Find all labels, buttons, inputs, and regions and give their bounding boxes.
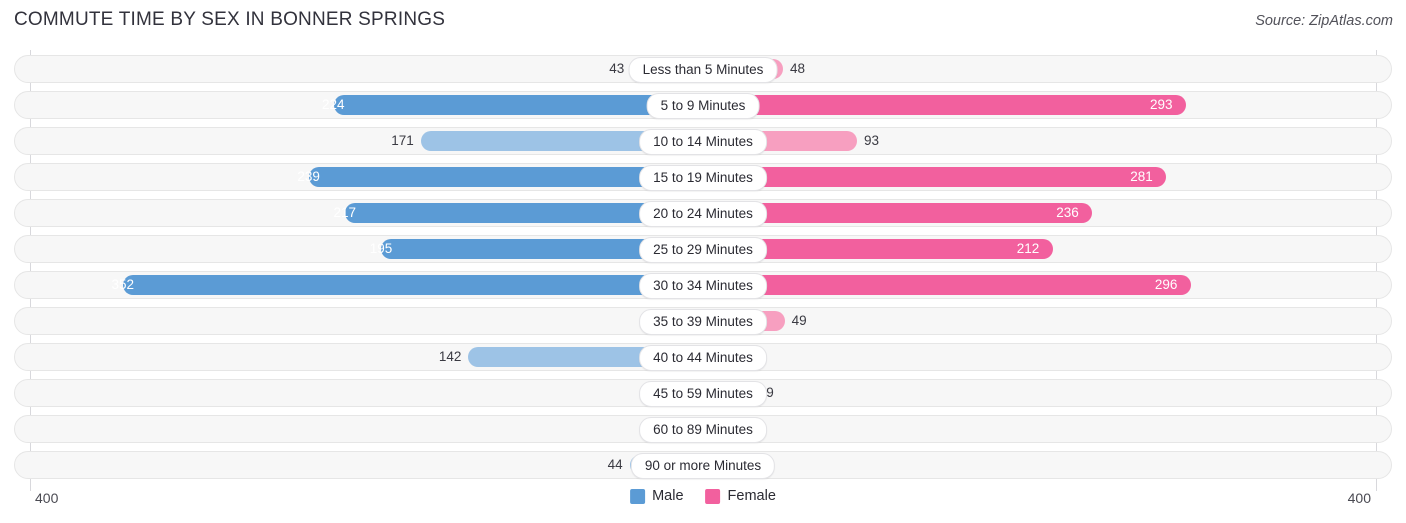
source-attribution: Source: ZipAtlas.com: [1255, 13, 1393, 29]
legend-swatch-male: [630, 488, 646, 504]
category-label: 5 to 9 Minutes: [646, 93, 760, 119]
axis-label-right: 400: [1347, 490, 1371, 506]
bar-value-female: 212: [1016, 241, 1040, 256]
bar-value-female: 296: [1154, 277, 1178, 292]
category-label: 25 to 29 Minutes: [639, 237, 767, 263]
table-row: 72945 to 59 Minutes: [14, 379, 1392, 407]
axis-label-left: 400: [35, 490, 59, 506]
bar-value-male: 43: [609, 61, 625, 76]
bar-value-male: 224: [322, 97, 345, 112]
table-row: 195 212 25 to 29 Minutes: [14, 235, 1392, 263]
category-label: Less than 5 Minutes: [628, 57, 778, 83]
bar-female: [704, 95, 1186, 115]
category-label: 60 to 89 Minutes: [639, 417, 767, 443]
bar-female: [704, 167, 1167, 187]
bar-value-female: 236: [1056, 205, 1079, 220]
bar-value-female: 49: [791, 313, 807, 328]
page-title: COMMUTE TIME BY SEX IN BONNER SPRINGS: [14, 9, 446, 30]
table-row: 81660 to 89 Minutes: [14, 415, 1392, 443]
legend: Male Female: [630, 488, 776, 504]
table-row: 171 93 10 to 14 Minutes: [14, 127, 1392, 155]
table-row: 134935 to 39 Minutes: [14, 307, 1392, 335]
legend-item-female[interactable]: Female: [705, 488, 776, 504]
table-row: 352 296 30 to 34 Minutes: [14, 271, 1392, 299]
bar-female: [704, 275, 1191, 295]
category-label: 45 to 59 Minutes: [639, 381, 767, 407]
table-row: 442990 or more Minutes: [14, 451, 1392, 479]
category-label: 10 to 14 Minutes: [639, 129, 767, 155]
plot-area: 43 48 Less than 5 Minutes 224 293 5 to 9 Minu…: [0, 50, 1406, 491]
bar-value-male: 171: [391, 133, 414, 148]
bar-male: [122, 275, 702, 295]
legend-label-female: Female: [727, 488, 776, 504]
bar-value-male: 239: [297, 169, 320, 184]
bar-value-female: 93: [863, 133, 880, 148]
bar-value-male: 142: [438, 349, 462, 364]
bar-value-male: 217: [333, 205, 357, 220]
legend-swatch-female: [705, 488, 721, 504]
category-label: 15 to 19 Minutes: [639, 165, 767, 191]
table-row: 43 48 Less than 5 Minutes: [14, 55, 1392, 83]
table-row: 217 236 20 to 24 Minutes: [14, 199, 1392, 227]
bar-value-male: 195: [369, 241, 393, 256]
category-label: 40 to 44 Minutes: [639, 345, 767, 371]
table-row: 224 293 5 to 9 Minutes: [14, 91, 1392, 119]
category-label: 20 to 24 Minutes: [639, 201, 767, 227]
bar-value-female: 293: [1149, 97, 1173, 112]
legend-item-male[interactable]: Male: [630, 488, 684, 504]
bar-value-female: 281: [1130, 169, 1153, 184]
category-label: 30 to 34 Minutes: [639, 273, 767, 299]
category-label: 35 to 39 Minutes: [639, 309, 767, 335]
legend-label-male: Male: [652, 488, 684, 504]
bar-value-female: 48: [789, 61, 805, 76]
category-label: 90 or more Minutes: [630, 453, 776, 479]
table-row: 239 281 15 to 19 Minutes: [14, 163, 1392, 191]
bar-value-male: 352: [111, 277, 134, 292]
bar-value-male: 44: [607, 457, 623, 472]
table-row: 1422440 to 44 Minutes: [14, 343, 1392, 371]
commute-time-chart: COMMUTE TIME BY SEX IN BONNER SPRINGS So…: [0, 0, 1406, 523]
